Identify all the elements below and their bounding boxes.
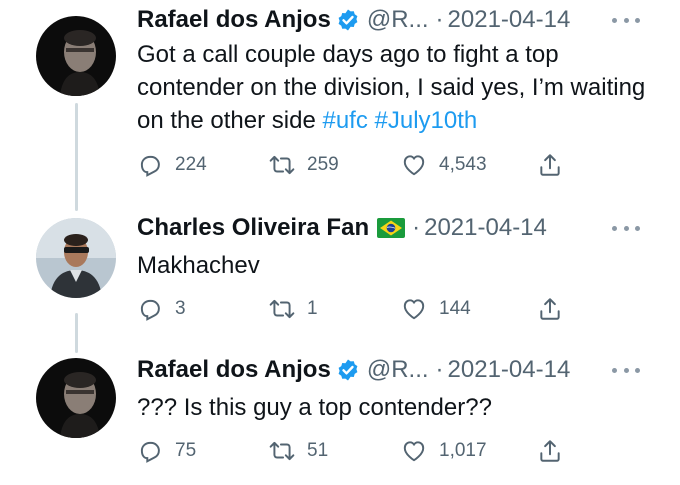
retweet-button[interactable]: 51	[269, 436, 328, 466]
tweet-thread: Rafael dos Anjos @R... · 2021-04-14 Got …	[0, 0, 680, 485]
share-button[interactable]	[537, 150, 563, 180]
share-button[interactable]	[537, 436, 563, 466]
brazil-flag-icon	[377, 218, 406, 238]
more-options-icon[interactable]	[612, 220, 640, 236]
avatar-charles-oliveira-fan[interactable]	[36, 218, 116, 298]
tweet-text: ??? Is this guy a top contender??	[137, 391, 657, 424]
more-options-icon[interactable]	[612, 12, 640, 28]
reply-count: 224	[175, 154, 207, 175]
reply-button[interactable]: 224	[137, 150, 207, 180]
retweet-button[interactable]: 259	[269, 150, 339, 180]
retweet-count: 1	[307, 298, 318, 319]
tweet-date[interactable]: 2021-04-14	[424, 213, 547, 243]
avatar-rafael-dos-anjos[interactable]	[36, 358, 116, 438]
hashtag-link[interactable]: #ufc	[322, 107, 367, 134]
retweet-icon	[269, 299, 295, 319]
verified-badge-icon	[336, 8, 360, 32]
author-name[interactable]: Rafael dos Anjos	[137, 355, 331, 385]
reply-button[interactable]: 75	[137, 436, 196, 466]
author-name[interactable]: Charles Oliveira Fan	[137, 213, 369, 243]
hashtag-link[interactable]: #July10th	[375, 107, 478, 134]
author-handle[interactable]: @R...	[367, 355, 429, 385]
avatar-rafael-dos-anjos[interactable]	[36, 16, 116, 96]
heart-icon	[403, 155, 425, 176]
heart-icon	[403, 441, 425, 462]
like-button[interactable]: 4,543	[401, 150, 487, 180]
tweet-actions: 75 51 1,017	[137, 436, 577, 466]
separator: ·	[435, 356, 444, 383]
retweet-count: 259	[307, 154, 339, 175]
share-icon	[540, 298, 560, 320]
reply-icon	[140, 299, 160, 321]
tweet-text: Got a call couple days ago to fight a to…	[137, 38, 657, 137]
like-button[interactable]: 144	[401, 294, 471, 324]
author-name[interactable]: Rafael dos Anjos	[137, 5, 331, 35]
reply-button[interactable]: 3	[137, 294, 186, 324]
reply-count: 3	[175, 298, 186, 319]
tweet-actions: 3 1 144	[137, 294, 577, 324]
heart-icon	[403, 299, 425, 320]
tweet-date[interactable]: 2021-04-14	[448, 5, 571, 35]
share-button[interactable]	[537, 294, 563, 324]
tweet-text-content: ??? Is this guy a top contender??	[137, 394, 492, 421]
tweet-text-content: Makhachev	[137, 252, 260, 279]
tweet-date[interactable]: 2021-04-14	[448, 355, 571, 385]
separator: ·	[412, 214, 421, 241]
tweet-3[interactable]: Rafael dos Anjos @R... · 2021-04-14 ??? …	[0, 350, 680, 485]
separator: ·	[435, 6, 444, 33]
tweet-1[interactable]: Rafael dos Anjos @R... · 2021-04-14 Got …	[0, 0, 680, 200]
like-button[interactable]: 1,017	[401, 436, 487, 466]
reply-count: 75	[175, 440, 197, 461]
reply-icon	[140, 155, 160, 177]
tweet-actions: 224 259 4,543	[137, 150, 577, 180]
retweet-icon	[269, 441, 295, 461]
retweet-button[interactable]: 1	[269, 294, 318, 324]
share-icon	[540, 440, 560, 462]
reply-icon	[140, 441, 160, 463]
like-count: 1,017	[439, 440, 487, 461]
like-count: 144	[439, 298, 471, 319]
retweet-count: 51	[307, 440, 329, 461]
more-options-icon[interactable]	[612, 362, 640, 378]
tweet-text: Makhachev	[137, 249, 657, 282]
tweet-2[interactable]: Charles Oliveira Fan · 2021-04-14 Makhac…	[0, 205, 680, 335]
share-icon	[540, 154, 560, 176]
author-handle[interactable]: @R...	[367, 5, 429, 35]
retweet-icon	[269, 155, 295, 175]
verified-badge-icon	[336, 358, 360, 382]
like-count: 4,543	[439, 154, 487, 175]
